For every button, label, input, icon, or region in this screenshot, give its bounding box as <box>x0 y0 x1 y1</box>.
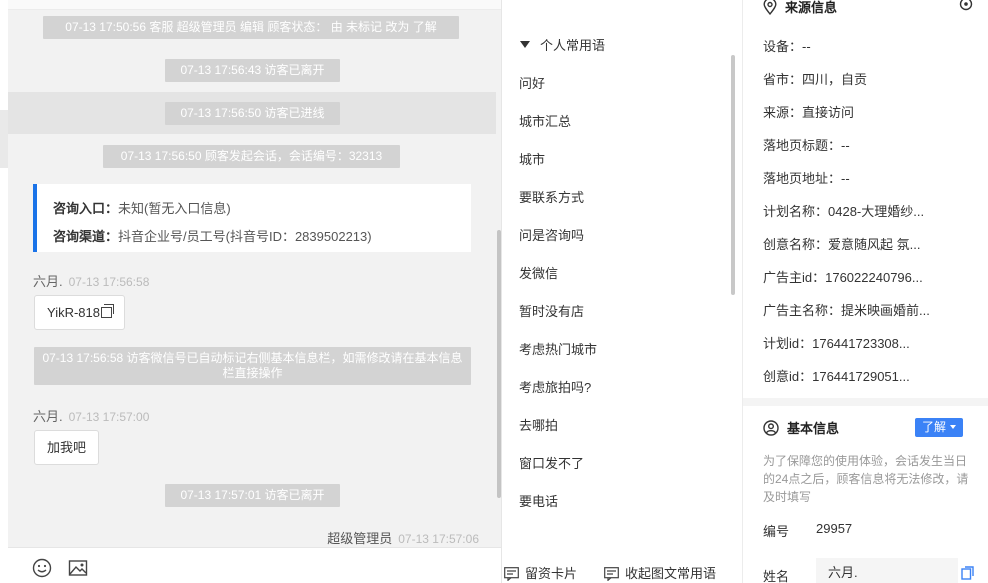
system-message: 07-13 17:56:50 访客已进线 <box>165 102 340 125</box>
landing-page-url: 落地页地址：-- <box>763 171 850 186</box>
source-info-header: 来源信息 <box>763 0 837 16</box>
bubble-text: YikR-818 <box>47 305 100 320</box>
basic-info-title: 基本信息 <box>787 421 840 436</box>
visitor-name: 六月. <box>33 274 63 289</box>
message-icon <box>604 567 619 582</box>
card-icon <box>504 567 519 582</box>
phrase-item[interactable]: 问好 <box>519 73 545 92</box>
phrase-item[interactable]: 发微信 <box>519 263 558 282</box>
system-message: 07-13 17:56:50 顾客发起会话，会话编号：32313 <box>103 145 400 168</box>
phrase-item[interactable]: 窗口发不了 <box>519 453 584 472</box>
customer-id-label: 编号 <box>763 524 790 539</box>
location-pin-icon <box>763 0 777 16</box>
customer-id-row: 编号 29957 <box>763 521 852 540</box>
chat-panel: 07-13 17:50:56 客服 超级管理员 编辑 顾客状态： 由 未标记 改… <box>8 0 502 583</box>
copy-icon[interactable] <box>961 566 974 580</box>
visitor-meta: 六月. 07-13 17:56:58 <box>33 271 149 290</box>
phrase-item[interactable]: 城市汇总 <box>519 111 571 130</box>
user-icon <box>763 420 779 436</box>
phrase-group-title: 个人常用语 <box>540 38 606 53</box>
source-info-title: 来源信息 <box>785 0 838 15</box>
lead-card-label: 留资卡片 <box>525 566 578 581</box>
collapse-phrases-button[interactable]: 收起图文常用语 <box>604 563 716 582</box>
chat-top-edge <box>8 0 501 10</box>
phrase-item[interactable]: 要联系方式 <box>519 187 584 206</box>
visitor-meta: 六月. 07-13 17:57:00 <box>33 406 149 425</box>
visitor-bubble[interactable]: 加我吧 <box>34 430 100 465</box>
caret-down-icon <box>520 41 530 48</box>
phrase-item[interactable]: 问是咨询吗 <box>519 225 584 244</box>
system-message: 07-13 17:56:43 访客已离开 <box>165 59 340 82</box>
name-field[interactable] <box>816 558 958 583</box>
consult-entry-card: 咨询入口：未知(暂无入口信息) 咨询渠道：抖音企业号/员工号(抖音号ID：283… <box>33 184 471 252</box>
locate-icon[interactable] <box>958 0 974 12</box>
source-region: 省市：四川，自贡 <box>763 72 868 87</box>
phrase-item[interactable]: 考虑旅拍吗? <box>519 377 591 396</box>
phrases-scrollbar[interactable] <box>731 55 735 295</box>
edit-notice: 为了保障您的使用体验，会话发生当日的24点之后，顾客信息将无法修改，请及时填写 <box>763 454 969 504</box>
customer-id-value: 29957 <box>816 521 853 536</box>
advertiser-name: 广告主名称：提米映画婚前... <box>763 303 930 318</box>
chat-scrollbar[interactable] <box>497 230 501 498</box>
message-time: 07-13 17:57:00 <box>68 410 150 424</box>
entrance-line: 咨询入口：未知(暂无入口信息) <box>53 201 231 216</box>
advertiser-id: 广告主id：176022240796... <box>763 270 923 285</box>
plan-name: 计划名称：0428-大理婚纱... <box>763 204 925 219</box>
phrase-item[interactable]: 暂时没有店 <box>519 301 584 320</box>
source-origin: 来源：直接访问 <box>763 105 855 120</box>
source-device: 设备：-- <box>763 39 811 54</box>
phrase-item[interactable]: 去哪拍 <box>519 415 558 434</box>
visitor-name: 六月. <box>33 409 63 424</box>
phrases-panel: 个人常用语 问好 城市汇总 城市 要联系方式 问是咨询吗 发微信 暂时没有店 考… <box>502 0 743 583</box>
customer-status-dropdown[interactable]: 了解 <box>915 418 964 437</box>
agent-meta: 超级管理员 07-13 17:57:06 <box>327 528 479 547</box>
lead-card-button[interactable]: 留资卡片 <box>504 563 577 582</box>
system-message: 07-13 17:50:56 客服 超级管理员 编辑 顾客状态： 由 未标记 改… <box>43 16 459 39</box>
message-time: 07-13 17:56:58 <box>68 275 150 289</box>
system-message: 07-13 17:57:01 访客已离开 <box>165 484 340 507</box>
visitor-bubble[interactable]: YikR-818 <box>34 295 125 330</box>
message-time: 07-13 17:57:06 <box>398 532 479 546</box>
info-panel: 来源信息 设备：-- 省市：四川，自贡 来源：直接访问 落地页标题：-- 落地页… <box>743 0 988 583</box>
phrase-item[interactable]: 城市 <box>519 149 545 168</box>
creative-name: 创意名称：爱意随风起 氛... <box>763 237 921 252</box>
phrases-footer: 留资卡片 收起图文常用语 <box>502 558 743 583</box>
phrase-item[interactable]: 要电话 <box>519 491 558 510</box>
creative-id: 创意id：176441729051... <box>763 369 910 384</box>
phrase-item[interactable]: 考虑热门城市 <box>519 339 597 358</box>
basic-info-header: 基本信息 <box>763 418 839 437</box>
collapse-phrases-label: 收起图文常用语 <box>625 566 717 581</box>
agent-name: 超级管理员 <box>327 531 393 546</box>
left-edge-strip <box>0 110 8 168</box>
emoji-icon[interactable] <box>32 558 52 578</box>
landing-page-title: 落地页标题：-- <box>763 138 850 153</box>
plan-id: 计划id：176441723308... <box>763 336 910 351</box>
system-message: 07-13 17:56:58 访客微信号已自动标记右侧基本信息栏，如需修改请在基… <box>34 347 471 385</box>
name-label: 姓名 <box>763 569 790 583</box>
channel-line: 咨询渠道：抖音企业号/员工号(抖音号ID：2839502213) <box>53 229 372 244</box>
chat-toolbar <box>8 547 501 583</box>
section-divider <box>743 398 988 406</box>
phrase-group-header[interactable]: 个人常用语 <box>520 35 605 54</box>
copy-icon[interactable] <box>100 304 114 318</box>
image-icon[interactable] <box>68 558 88 578</box>
